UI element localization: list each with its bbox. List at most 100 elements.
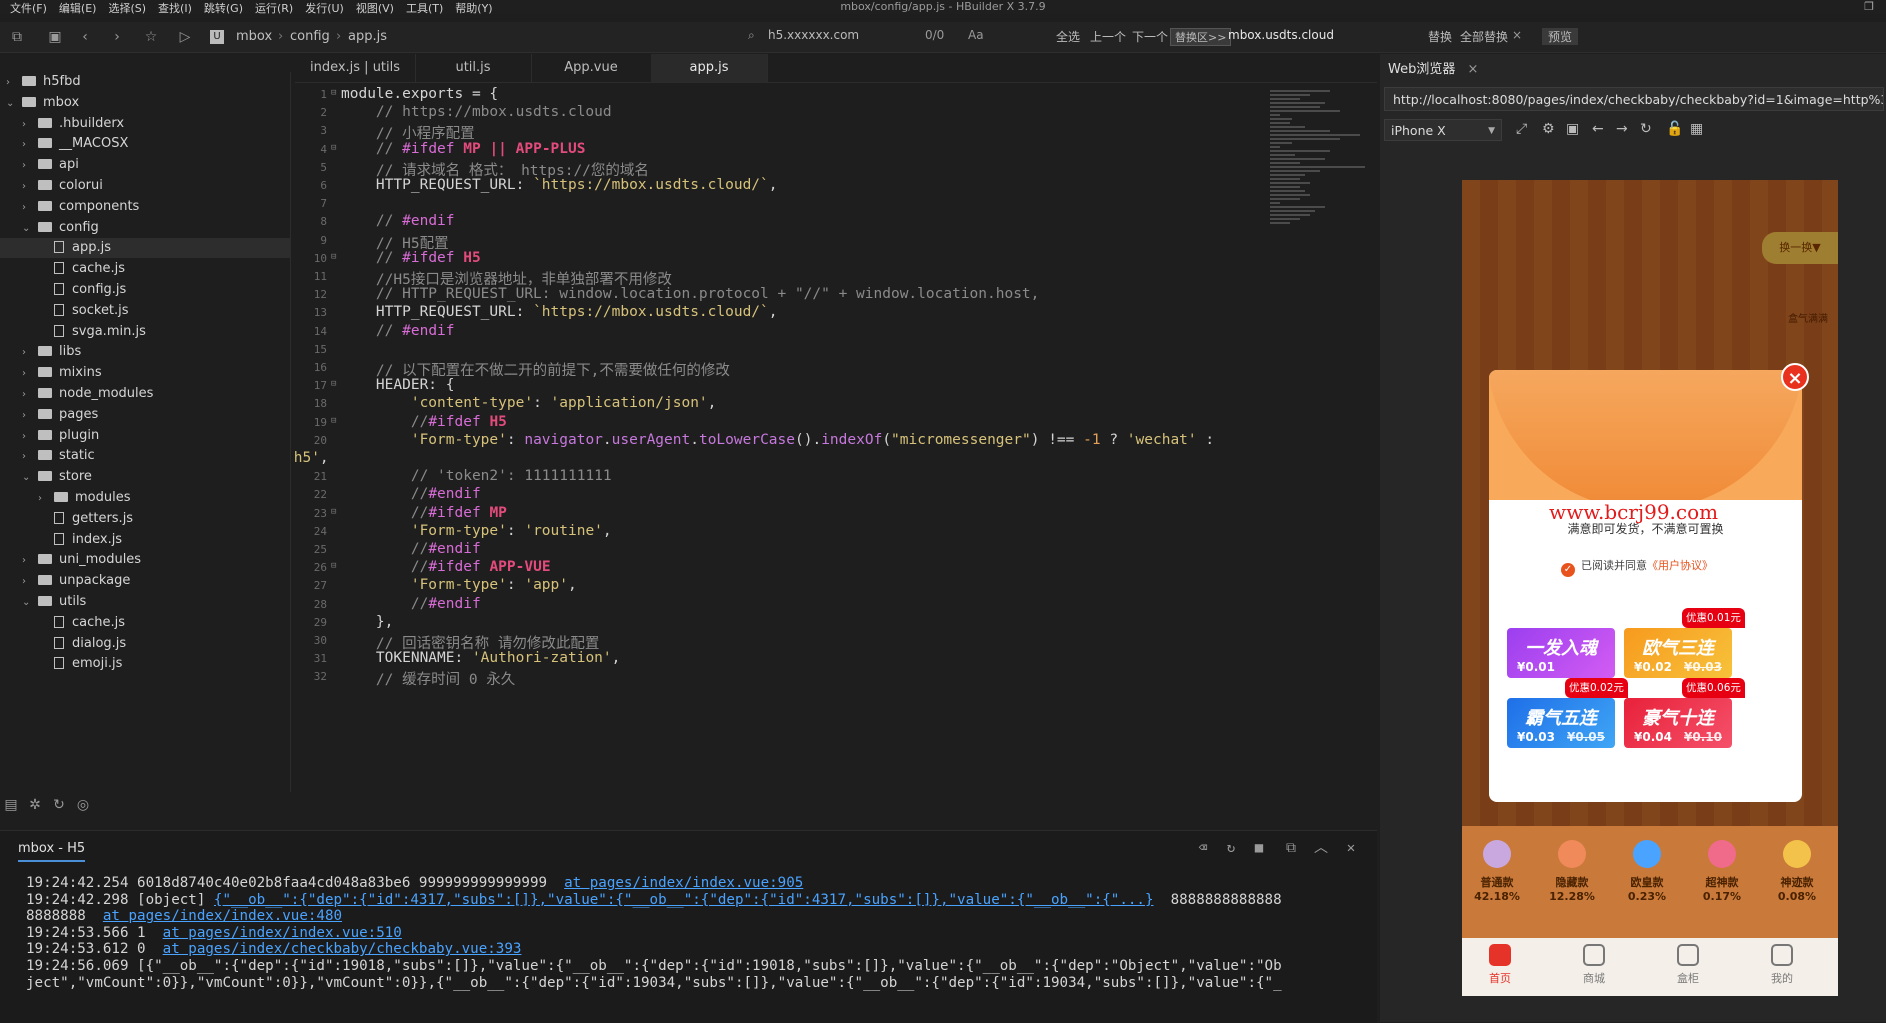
tree-item[interactable]: socket.js [0, 301, 290, 321]
nav-item[interactable]: 我的 [1752, 944, 1812, 986]
package-card[interactable]: 欧气三连 ¥0.02 ¥0.03 [1624, 628, 1732, 678]
minimap[interactable] [1270, 88, 1370, 224]
tree-item[interactable]: › modules [0, 488, 290, 508]
code-line[interactable]: TOKENNAME: 'Authori-zation', [341, 650, 620, 666]
tree-item[interactable]: › node_modules [0, 384, 290, 404]
tree-item[interactable]: › plugin [0, 426, 290, 446]
tree-item[interactable]: › pages [0, 405, 290, 425]
window-restore-icon[interactable]: ❐ [1864, 0, 1874, 13]
source-link[interactable]: {"__ob__":{"dep":{"id":4317,"subs":[]},"… [214, 892, 1154, 908]
user-agreement-link[interactable]: 《用户协议》 [1647, 559, 1713, 572]
code-line[interactable]: // #ifdef MP || APP-PLUS [341, 141, 586, 157]
tree-item[interactable]: ⌄ mbox [0, 93, 290, 113]
code-line[interactable]: }, [341, 614, 393, 630]
code-line[interactable]: HTTP_REQUEST_URL: `https://mbox.usdts.cl… [341, 177, 778, 193]
tree-item[interactable]: › uni_modules [0, 550, 290, 570]
panel-icon[interactable]: ▤ [2, 796, 20, 814]
maximize-panel-icon[interactable]: ︿ [1312, 839, 1330, 857]
fold-icon[interactable]: ⊟ [331, 416, 341, 426]
chevron-icon[interactable]: › [22, 343, 38, 363]
code-line[interactable]: // #ifdef H5 [341, 250, 481, 266]
nav-back-icon[interactable]: ← [1592, 121, 1604, 137]
package-card[interactable]: 豪气十连 ¥0.04 ¥0.10 [1624, 698, 1732, 748]
tree-item[interactable]: › __MACOSX [0, 134, 290, 154]
tree-item[interactable]: › components [0, 197, 290, 217]
prev-match-button[interactable]: 上一个 [1090, 28, 1126, 45]
code-line[interactable]: // 'token2': 1111111111 [341, 468, 612, 484]
fold-icon[interactable]: ⊟ [331, 561, 341, 571]
code-line[interactable]: // HTTP_REQUEST_URL: window.location.pro… [341, 286, 1039, 302]
code-line[interactable]: 'Form-type': 'routine', [341, 523, 612, 539]
tree-item[interactable]: › unpackage [0, 571, 290, 591]
chevron-icon[interactable]: › [22, 364, 38, 384]
code-line[interactable]: //#ifdef MP [341, 505, 507, 521]
tree-item[interactable]: emoji.js [0, 654, 290, 674]
agreement-row[interactable]: ✓ 已阅读并同意《用户协议》 [1561, 557, 1713, 577]
close-panel-icon[interactable]: ✕ [1342, 839, 1360, 857]
code-line[interactable]: //#ifdef H5 [341, 414, 507, 430]
code-line[interactable]: 'Form-type': navigator.userAgent.toLower… [341, 432, 1214, 448]
replace-input[interactable]: mbox.usdts.cloud [1228, 28, 1334, 42]
code-line[interactable]: //#endif [341, 486, 481, 502]
browser-tab[interactable]: Web浏览器 × [1388, 58, 1478, 77]
code-line[interactable]: HTTP_REQUEST_URL: `https://mbox.usdts.cl… [341, 304, 778, 320]
fold-icon[interactable]: ⊟ [331, 143, 341, 153]
check-icon[interactable]: ✓ [1561, 563, 1575, 577]
next-match-button[interactable]: 下一个 [1132, 28, 1168, 45]
code-editor[interactable]: 1 ⊟ module.exports = {2 // https://mbox.us… [295, 84, 1377, 820]
fold-icon[interactable]: ⊟ [331, 252, 341, 262]
close-icon[interactable]: × [1781, 363, 1809, 391]
nav-item[interactable]: 商城 [1564, 944, 1624, 986]
nav-item[interactable]: 首页 [1470, 944, 1530, 986]
code-line[interactable]: 'Form-type': 'app', [341, 577, 577, 593]
editor-tab[interactable]: index.js | utils [295, 54, 416, 82]
tree-item[interactable]: cache.js [0, 259, 290, 279]
source-link[interactable]: at pages/index/index.vue:480 [103, 908, 342, 924]
package-card[interactable]: 一发入魂 ¥0.01 [1507, 628, 1615, 678]
chevron-icon[interactable]: ⌄ [22, 593, 38, 613]
clear-console-icon[interactable]: ⌫ [1194, 839, 1212, 857]
tree-item[interactable]: svga.min.js [0, 322, 290, 342]
forward-icon[interactable]: › [108, 28, 126, 46]
replace-all-button[interactable]: 全部替换 [1460, 28, 1508, 45]
code-line[interactable]: //#ifdef APP-VUE [341, 559, 551, 575]
breadcrumb-0[interactable]: mbox [236, 29, 272, 44]
reload-icon[interactable]: ↻ [1640, 121, 1652, 137]
rotate-icon[interactable]: ⤢ [1516, 121, 1527, 137]
tree-item[interactable]: app.js [0, 238, 290, 259]
new-file-icon[interactable]: ⧉ [8, 28, 26, 46]
chevron-icon[interactable]: ⌄ [22, 468, 38, 488]
qrcode-icon[interactable]: ▦ [1690, 121, 1703, 137]
stop-icon[interactable]: ■ [1250, 839, 1268, 857]
close-tab-icon[interactable]: × [1467, 62, 1478, 77]
case-toggle[interactable]: Aa [968, 28, 984, 42]
code-line[interactable]: module.exports = { [341, 86, 498, 102]
chevron-icon[interactable]: › [22, 447, 38, 467]
nav-forward-icon[interactable]: → [1616, 121, 1628, 137]
tree-item[interactable]: ⌄ config [0, 218, 290, 238]
tree-item[interactable]: getters.js [0, 509, 290, 529]
fold-icon[interactable]: ⊟ [331, 379, 341, 389]
select-all-button[interactable]: 全选 [1056, 28, 1080, 45]
lock-icon[interactable]: 🔓 [1666, 121, 1683, 137]
code-line[interactable]: 'h5', [295, 450, 329, 466]
tree-item[interactable]: dialog.js [0, 634, 290, 654]
chevron-icon[interactable]: › [22, 115, 38, 135]
code-line[interactable]: 'content-type': 'application/json', [341, 395, 717, 411]
settings-icon[interactable]: ⚙ [1542, 121, 1555, 137]
fold-icon[interactable]: ⊟ [331, 88, 341, 98]
devtools-icon[interactable]: ▣ [1566, 121, 1579, 137]
save-icon[interactable]: ▣ [46, 28, 64, 46]
source-link[interactable]: at pages/index/index.vue:510 [163, 925, 402, 941]
url-input[interactable]: http://localhost:8080/pages/index/checkb… [1384, 87, 1884, 111]
editor-tab[interactable]: app.js [651, 54, 768, 82]
breadcrumb-2[interactable]: app.js [348, 29, 387, 44]
code-line[interactable]: // https://mbox.usdts.cloud [341, 104, 612, 120]
chevron-icon[interactable]: › [22, 551, 38, 571]
chevron-icon[interactable]: › [22, 177, 38, 197]
tree-item[interactable]: › mixins [0, 363, 290, 383]
chevron-icon[interactable]: › [6, 73, 22, 93]
fold-icon[interactable]: ⊟ [331, 507, 341, 517]
tree-item[interactable]: › libs [0, 342, 290, 362]
tree-item[interactable]: › api [0, 155, 290, 175]
